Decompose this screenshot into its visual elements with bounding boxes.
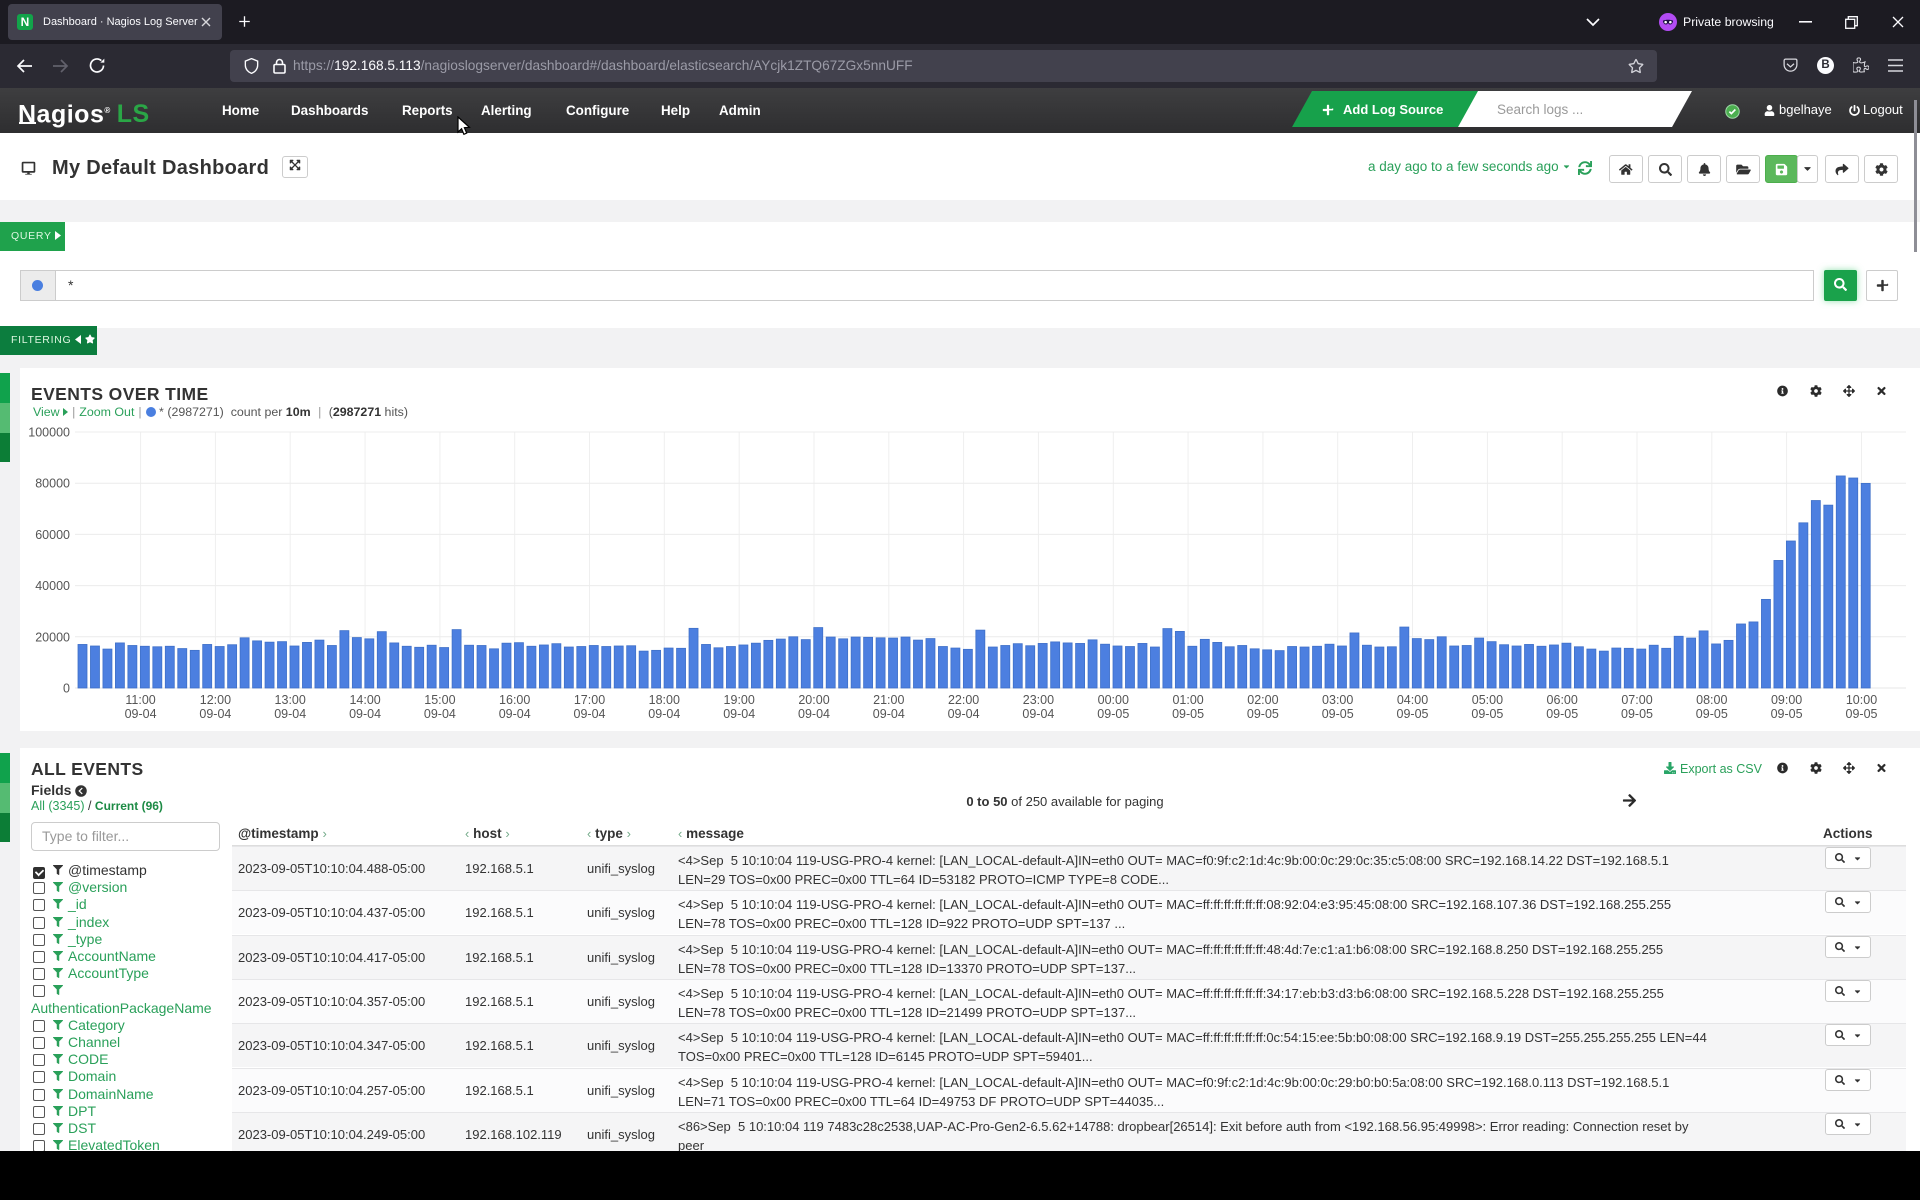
svg-text:40000: 40000 <box>35 579 70 593</box>
svg-text:09-05: 09-05 <box>1097 707 1129 721</box>
svg-text:09-04: 09-04 <box>574 707 606 721</box>
svg-text:06:00: 06:00 <box>1547 693 1578 707</box>
svg-text:01:00: 01:00 <box>1172 693 1203 707</box>
svg-text:09-04: 09-04 <box>199 707 231 721</box>
svg-text:09-05: 09-05 <box>1172 707 1204 721</box>
svg-text:02:00: 02:00 <box>1247 693 1278 707</box>
svg-text:09-04: 09-04 <box>948 707 980 721</box>
svg-text:11:00: 11:00 <box>125 693 155 707</box>
svg-text:14:00: 14:00 <box>349 693 380 707</box>
svg-text:09-04: 09-04 <box>125 707 157 721</box>
svg-text:09-04: 09-04 <box>424 707 456 721</box>
svg-text:23:00: 23:00 <box>1023 693 1054 707</box>
svg-text:18:00: 18:00 <box>649 693 680 707</box>
svg-text:15:00: 15:00 <box>424 693 455 707</box>
svg-text:09-04: 09-04 <box>873 707 905 721</box>
svg-text:09-04: 09-04 <box>274 707 306 721</box>
svg-text:09-04: 09-04 <box>499 707 531 721</box>
svg-text:09-05: 09-05 <box>1247 707 1279 721</box>
svg-text:09-05: 09-05 <box>1397 707 1429 721</box>
svg-text:19:00: 19:00 <box>724 693 755 707</box>
svg-text:80000: 80000 <box>35 477 70 491</box>
svg-text:09-04: 09-04 <box>798 707 830 721</box>
svg-text:09-05: 09-05 <box>1621 707 1653 721</box>
svg-text:09-05: 09-05 <box>1771 707 1803 721</box>
svg-text:20000: 20000 <box>35 630 70 644</box>
svg-text:09-04: 09-04 <box>349 707 381 721</box>
svg-text:09-05: 09-05 <box>1471 707 1503 721</box>
svg-text:09-05: 09-05 <box>1322 707 1354 721</box>
svg-text:13:00: 13:00 <box>275 693 306 707</box>
svg-text:10:00: 10:00 <box>1846 693 1877 707</box>
svg-text:60000: 60000 <box>35 528 70 542</box>
svg-text:08:00: 08:00 <box>1696 693 1727 707</box>
svg-text:12:00: 12:00 <box>200 693 231 707</box>
svg-text:21:00: 21:00 <box>873 693 904 707</box>
svg-text:17:00: 17:00 <box>574 693 605 707</box>
svg-text:09-04: 09-04 <box>648 707 680 721</box>
svg-text:09:00: 09:00 <box>1771 693 1802 707</box>
svg-text:03:00: 03:00 <box>1322 693 1353 707</box>
svg-text:04:00: 04:00 <box>1397 693 1428 707</box>
svg-text:05:00: 05:00 <box>1472 693 1503 707</box>
svg-text:09-05: 09-05 <box>1696 707 1728 721</box>
svg-text:09-05: 09-05 <box>1846 707 1878 721</box>
svg-text:09-04: 09-04 <box>1022 707 1054 721</box>
svg-text:07:00: 07:00 <box>1621 693 1652 707</box>
svg-text:0: 0 <box>63 682 70 696</box>
svg-text:20:00: 20:00 <box>798 693 829 707</box>
svg-text:16:00: 16:00 <box>499 693 530 707</box>
svg-text:00:00: 00:00 <box>1098 693 1129 707</box>
svg-text:09-04: 09-04 <box>723 707 755 721</box>
svg-text:100000: 100000 <box>28 426 70 440</box>
svg-text:09-05: 09-05 <box>1546 707 1578 721</box>
svg-text:22:00: 22:00 <box>948 693 979 707</box>
